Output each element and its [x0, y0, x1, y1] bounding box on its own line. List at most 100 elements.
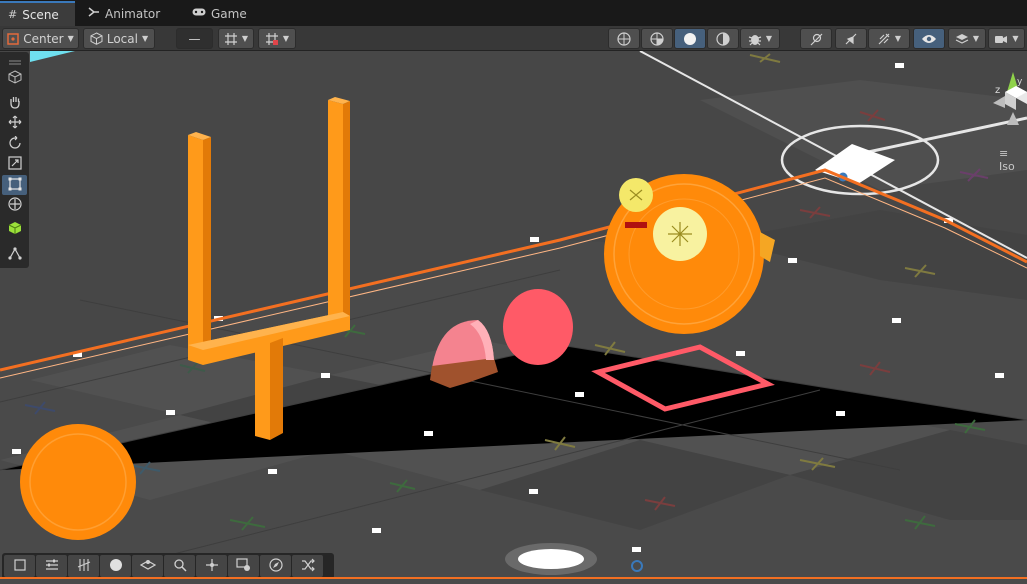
camera-frustum-corner [30, 51, 75, 62]
tools-overlay [0, 52, 29, 268]
cube-tool-button[interactable] [2, 69, 27, 88]
chevron-down-icon: ▼ [67, 34, 74, 43]
chevron-down-icon: ▼ [241, 34, 249, 43]
tab-game[interactable]: Game [184, 1, 264, 26]
grid-overlay-button[interactable] [68, 555, 99, 577]
chevron-down-icon: ▼ [141, 34, 149, 43]
transform-icon [7, 197, 22, 214]
grid-snap-icon [265, 32, 279, 46]
drag-handle-icon [8, 55, 22, 69]
tab-animator-label: Animator [105, 6, 161, 21]
camera-preview-icon [235, 557, 252, 575]
rect-tool-button[interactable] [2, 175, 27, 195]
pivot-mode-dropdown[interactable]: Center ▼ [2, 28, 79, 49]
eye-icon [921, 33, 937, 45]
bug-icon [748, 32, 762, 46]
move-arrows-icon [8, 115, 22, 132]
scene-render[interactable]: z y [0, 51, 1027, 584]
animator-icon [88, 6, 100, 21]
search-overlay-button[interactable] [164, 555, 195, 577]
orange-sphere-small[interactable] [20, 424, 136, 540]
nodes-icon [204, 558, 220, 575]
chevron-down-icon: ▼ [1012, 34, 1019, 43]
overlay-toolbar [2, 553, 334, 579]
effects-toggle-button[interactable]: ▼ [868, 28, 910, 49]
scene-toolbar: Center ▼ Local ▼ — ▼ ▼ ▼ ▼ ▼ ▼ [0, 26, 1027, 51]
rect-overlay-button[interactable] [4, 555, 35, 577]
pivot-overlay-button[interactable] [196, 555, 227, 577]
compass-icon [268, 557, 283, 575]
audio-toggle-button[interactable] [835, 28, 867, 49]
rect-transform-icon [8, 177, 22, 194]
hand-tool-button[interactable] [2, 93, 27, 112]
selection-border-bottom [0, 577, 1027, 579]
lighting-off-icon [809, 32, 823, 46]
layers-dropdown-button[interactable]: ▼ [948, 28, 986, 49]
cube-icon [8, 70, 22, 87]
hand-icon [8, 95, 22, 112]
pivot-center-icon [7, 32, 19, 45]
navmesh-overlay-button[interactable] [132, 555, 163, 577]
space-mode-dropdown[interactable]: Local ▼ [83, 28, 155, 49]
shuffle-icon [301, 558, 315, 575]
sphere-overlay-button[interactable] [100, 555, 131, 577]
hash-icon: # [8, 8, 18, 21]
search-icon [173, 558, 187, 575]
snap-settings-button[interactable]: ▼ [258, 28, 296, 49]
chevron-down-icon: ▼ [765, 34, 773, 43]
navmesh-icon [139, 558, 156, 575]
svg-text:y: y [1017, 77, 1023, 87]
chevron-down-icon: ▼ [282, 34, 290, 43]
shaded-wire-sphere-icon [650, 31, 664, 46]
scene-viewport[interactable]: z y [0, 51, 1027, 584]
shaded-wireframe-button[interactable] [641, 28, 673, 49]
camera-overlay-button[interactable] [228, 555, 259, 577]
lighting-toggle-button[interactable] [800, 28, 832, 49]
grid-icon [224, 32, 238, 46]
effects-off-icon [877, 32, 891, 46]
audio-off-icon [844, 32, 858, 46]
tab-bar: # Scene Animator Game [0, 0, 1027, 26]
move-tool-button[interactable] [2, 114, 27, 133]
green-cube-icon [8, 221, 22, 238]
grid-snap-value: — [188, 31, 201, 46]
cube-local-icon [90, 32, 103, 45]
shuffle-overlay-button[interactable] [292, 555, 323, 577]
camera-icon [994, 33, 1008, 45]
grid-snap-field[interactable]: — [176, 28, 213, 49]
wireframe-shading-button[interactable] [608, 28, 640, 49]
hatch-grid-icon [77, 558, 91, 575]
spawn-pad[interactable] [518, 549, 584, 569]
projection-toggle[interactable]: ≡ Iso [999, 147, 1027, 173]
scene-visibility-button[interactable] [913, 28, 945, 49]
half-sphere-icon [716, 31, 730, 46]
tab-animator[interactable]: Animator [80, 1, 180, 26]
svg-text:z: z [995, 85, 1000, 96]
grid-visibility-button[interactable]: ▼ [218, 28, 254, 49]
pivot-mode-label: Center [23, 31, 64, 46]
compass-overlay-button[interactable] [260, 555, 291, 577]
spline-icon [7, 246, 22, 263]
view-tool-button[interactable] [2, 56, 27, 68]
sliders-overlay-button[interactable] [36, 555, 67, 577]
rotate-tool-button[interactable] [2, 134, 27, 153]
scale-tool-button[interactable] [2, 155, 27, 174]
camera-settings-button[interactable]: ▼ [988, 28, 1025, 49]
unlit-shading-button[interactable] [707, 28, 739, 49]
rotate-icon [8, 135, 22, 153]
tab-scene-label: Scene [22, 7, 59, 22]
probuilder-tool-button[interactable] [2, 220, 27, 239]
sliders-icon [45, 558, 59, 575]
transform-tool-button[interactable] [2, 196, 27, 215]
shaded-sphere-icon [683, 32, 697, 46]
tab-game-label: Game [211, 6, 247, 21]
tab-scene[interactable]: # Scene [0, 1, 75, 26]
chevron-down-icon: ▼ [972, 34, 980, 43]
projection-label: Iso [999, 160, 1015, 173]
spline-tool-button[interactable] [2, 245, 27, 264]
debug-draw-mode-button[interactable]: ▼ [740, 28, 780, 49]
shaded-button[interactable] [674, 28, 706, 49]
menu-lines-icon: ≡ [999, 147, 1009, 160]
space-mode-label: Local [106, 31, 138, 46]
red-ball-shape[interactable] [503, 289, 573, 365]
